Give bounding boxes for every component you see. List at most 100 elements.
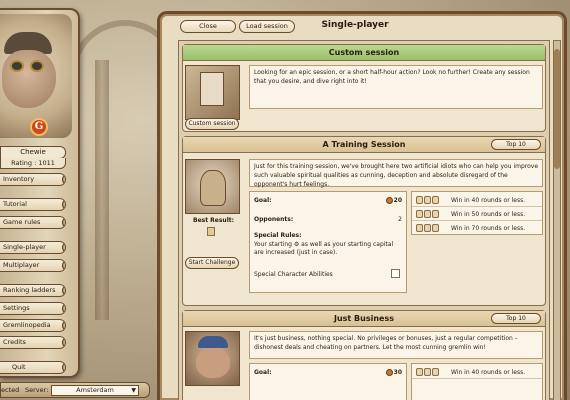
sidebar-item-gremlinopedia[interactable]: Gremlinopedia — [0, 319, 66, 332]
special-rules-label: Special Rules: — [254, 232, 302, 239]
avatar-face — [2, 50, 56, 108]
special-rules-text: Your starting ⚙ as well as your starting… — [254, 241, 394, 256]
card-title: Just Business — [334, 314, 394, 323]
connection-status: ected — [1, 386, 20, 394]
knob-icon — [62, 303, 65, 314]
cogs-icon — [416, 368, 440, 378]
sidebar-item-tutorial[interactable]: Tutorial — [0, 198, 66, 211]
card-header: A Training Session Top 10 — [183, 137, 545, 153]
win-conditions: Win in 40 rounds or less. — [411, 363, 543, 400]
card-title: A Training Session — [322, 140, 406, 149]
gear-icon — [385, 197, 393, 204]
knob-icon — [62, 285, 65, 296]
custom-session-card: Custom session Looking for an epic sessi… — [182, 44, 546, 132]
background-pipe — [95, 60, 109, 320]
custom-session-image — [185, 65, 240, 120]
knob-icon — [62, 217, 65, 228]
just-business-image — [185, 331, 240, 386]
cogs-icon — [416, 196, 440, 206]
opponents-label: Opponents: — [254, 216, 294, 223]
server-label: Server: — [25, 386, 49, 394]
avatar-goggle-icon — [30, 60, 44, 72]
top-hat-icon — [198, 336, 228, 348]
win-condition-text: Win in 70 rounds or less. — [451, 225, 526, 232]
training-session-image — [185, 159, 240, 214]
server-select-value: Amsterdam — [76, 386, 114, 394]
sidebar-item-label: Multiplayer — [3, 261, 40, 269]
gremlin-badge-icon: G — [30, 118, 48, 136]
player-rating: Rating : 1011 — [0, 158, 66, 169]
card-description: It's just business, nothing special. No … — [249, 331, 543, 359]
knob-icon — [62, 320, 65, 331]
sidebar-item-multiplayer[interactable]: Multiplayer — [0, 259, 66, 272]
player-sidebar: G Chewie Rating : 1011 Inventory Tutoria… — [0, 8, 80, 378]
gear-icon — [385, 369, 393, 376]
sidebar-item-label: Inventory — [3, 175, 35, 183]
win-condition-text: Win in 40 rounds or less. — [451, 369, 526, 376]
goal-value: 20 — [385, 197, 402, 204]
player-avatar: G — [0, 14, 72, 138]
knob-icon — [62, 362, 65, 373]
sidebar-item-label: Ranking ladders — [3, 286, 56, 294]
win-condition-text: Win in 50 rounds or less. — [451, 211, 526, 218]
custom-session-button[interactable]: Custom session — [185, 118, 239, 130]
sidebar-item-settings[interactable]: Settings — [0, 302, 66, 315]
best-result-label: Best Result: — [193, 217, 235, 224]
special-abilities-label: Special Character Abilities — [254, 271, 333, 278]
avatar-goggle-icon — [10, 60, 24, 72]
page-title: Single-player — [321, 20, 389, 30]
list-item: Win in 40 rounds or less. — [412, 194, 542, 207]
server-bar: ected Server: Amsterdam ▼ — [0, 382, 150, 398]
best-result-icon — [207, 227, 215, 236]
knob-icon — [62, 260, 65, 271]
top10-button[interactable]: Top 10 — [491, 139, 541, 150]
list-item: Win in 70 rounds or less. — [412, 222, 542, 235]
document-icon — [200, 72, 224, 106]
sidebar-item-quit[interactable]: Quit — [0, 361, 66, 374]
card-header: Just Business Top 10 — [183, 311, 545, 327]
goal-label: Goal: — [254, 369, 272, 376]
training-session-card: A Training Session Top 10 Best Result: S… — [182, 136, 546, 306]
session-info: Goal: 30 — [249, 363, 407, 400]
card-description: Just for this training session, we've br… — [249, 159, 543, 188]
sidebar-item-label: Game rules — [3, 218, 41, 226]
sidebar-item-game-rules[interactable]: Game rules — [0, 216, 66, 229]
load-session-button[interactable]: Load session — [239, 20, 295, 33]
sidebar-item-single-player[interactable]: Single-player — [0, 241, 66, 254]
list-item: Win in 50 rounds or less. — [412, 208, 542, 221]
knob-icon — [62, 174, 65, 185]
knob-icon — [62, 242, 65, 253]
knob-icon — [62, 199, 65, 210]
server-select[interactable]: Amsterdam ▼ — [51, 385, 139, 396]
top10-button[interactable]: Top 10 — [491, 313, 541, 324]
sidebar-item-label: Credits — [3, 338, 26, 346]
sidebar-item-label: Gremlinopedia — [3, 321, 51, 329]
win-condition-text: Win in 40 rounds or less. — [451, 197, 526, 204]
close-button[interactable]: Close — [180, 20, 236, 33]
scrollbar[interactable] — [553, 40, 561, 400]
cogs-icon — [416, 210, 440, 220]
opponents-value: 2 — [398, 216, 402, 223]
sidebar-item-credits[interactable]: Credits — [0, 336, 66, 349]
session-info: Goal: 20 Opponents: 2 Special Rules: You… — [249, 191, 407, 293]
sidebar-item-ranking-ladders[interactable]: Ranking ladders — [0, 284, 66, 297]
panel-header: Close Load session Single-player — [160, 14, 564, 38]
list-item: Win in 40 rounds or less. — [412, 366, 542, 379]
card-title: Custom session — [183, 45, 545, 61]
start-challenge-button[interactable]: Start Challenge — [185, 257, 239, 269]
single-player-panel: Close Load session Single-player Custom … — [157, 11, 567, 400]
knob-icon — [62, 337, 65, 348]
sidebar-item-label: Settings — [3, 304, 30, 312]
gremlin-face-icon — [196, 348, 230, 378]
sidebar-item-label: Single-player — [3, 243, 46, 251]
special-abilities-checkbox[interactable] — [391, 269, 400, 278]
cogs-icon — [416, 224, 440, 234]
goal-value: 30 — [385, 369, 402, 376]
session-list[interactable]: Custom session Looking for an epic sessi… — [178, 40, 550, 400]
sidebar-item-inventory[interactable]: Inventory — [0, 173, 66, 186]
chevron-down-icon: ▼ — [131, 387, 136, 394]
just-business-card: Just Business Top 10 It's just business,… — [182, 310, 546, 400]
card-description: Looking for an epic session, or a short … — [249, 65, 543, 109]
goal-label: Goal: — [254, 197, 272, 204]
scrollbar-thumb[interactable] — [554, 49, 560, 169]
